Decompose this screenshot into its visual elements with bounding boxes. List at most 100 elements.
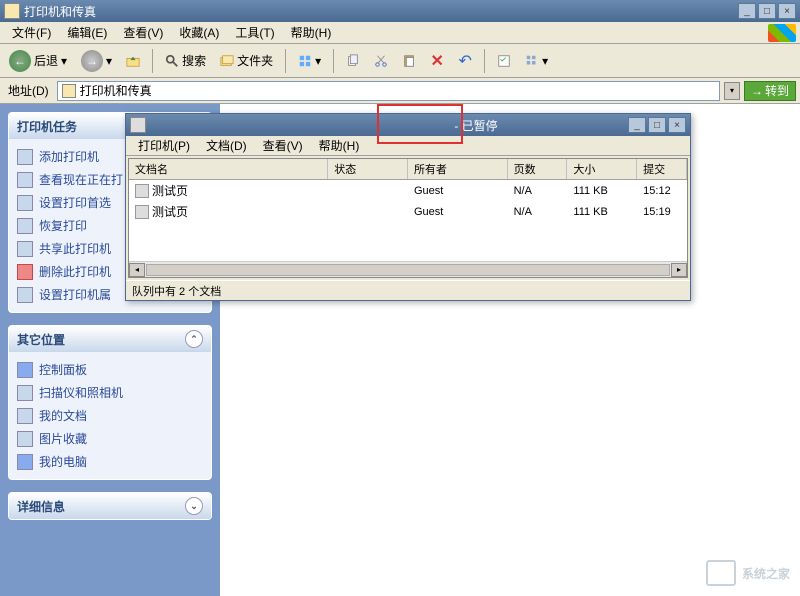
place-my-documents[interactable]: 我的文档 bbox=[17, 404, 203, 427]
computer-icon bbox=[17, 454, 33, 470]
watermark-logo-icon bbox=[706, 560, 736, 586]
queue-menubar: 打印机(P) 文档(D) 查看(V) 帮助(H) bbox=[126, 136, 690, 156]
go-arrow-icon: → bbox=[751, 84, 763, 98]
listview-header: 文档名 状态 所有者 页数 大小 提交 bbox=[129, 159, 687, 180]
folder-up-icon bbox=[126, 54, 140, 68]
queue-row[interactable]: 测试页 Guest N/A 111 KB 15:19 bbox=[129, 201, 687, 222]
undo-icon: ↶ bbox=[458, 51, 471, 71]
back-arrow-icon: ← bbox=[9, 50, 31, 72]
queue-menu-printer[interactable]: 打印机(P) bbox=[130, 135, 198, 156]
queue-menu-help[interactable]: 帮助(H) bbox=[311, 135, 368, 156]
properties-button[interactable] bbox=[492, 49, 516, 73]
back-button[interactable]: ← 后退 ▾ bbox=[4, 49, 72, 73]
details-header[interactable]: 详细信息 ⌄ bbox=[9, 493, 211, 519]
menu-edit[interactable]: 编辑(E) bbox=[59, 22, 115, 43]
back-label: 后退 bbox=[34, 52, 58, 69]
queue-menu-document[interactable]: 文档(D) bbox=[198, 135, 255, 156]
search-icon bbox=[165, 54, 179, 68]
document-icon bbox=[135, 205, 149, 219]
resume-icon bbox=[17, 218, 33, 234]
queue-minimize-button[interactable]: _ bbox=[628, 117, 646, 133]
app-icon bbox=[4, 3, 20, 19]
chevron-down-icon: ⌄ bbox=[185, 497, 203, 515]
delete-icon bbox=[17, 264, 33, 280]
maximize-button[interactable]: □ bbox=[758, 3, 776, 19]
queue-listview: 文档名 状态 所有者 页数 大小 提交 测试页 Guest N/A 111 KB… bbox=[128, 158, 688, 278]
main-menubar: 文件(F) 编辑(E) 查看(V) 收藏(A) 工具(T) 帮助(H) bbox=[0, 22, 800, 44]
address-input[interactable]: 打印机和传真 bbox=[57, 81, 720, 101]
printer-folder-icon bbox=[62, 84, 76, 98]
panel-title: 打印机任务 bbox=[17, 118, 77, 135]
clipboard-icon bbox=[402, 54, 416, 68]
col-owner[interactable]: 所有者 bbox=[408, 159, 508, 179]
scroll-left-button[interactable]: ◂ bbox=[129, 263, 145, 277]
queue-maximize-button[interactable]: □ bbox=[648, 117, 666, 133]
checklist-icon bbox=[497, 54, 511, 68]
dropdown-icon: ▾ bbox=[61, 54, 67, 68]
main-toolbar: ← 后退 ▾ → ▾ 搜索 文件夹 ▾ ✕ ↶ ▾ bbox=[0, 44, 800, 78]
col-size[interactable]: 大小 bbox=[567, 159, 637, 179]
menu-favorites[interactable]: 收藏(A) bbox=[171, 22, 227, 43]
col-pages[interactable]: 页数 bbox=[508, 159, 568, 179]
copy-icon bbox=[346, 54, 360, 68]
forward-button[interactable]: → ▾ bbox=[76, 49, 117, 73]
dropdown-icon: ▾ bbox=[106, 54, 112, 68]
scanner-icon bbox=[17, 385, 33, 401]
panel-title: 详细信息 bbox=[17, 498, 65, 515]
address-value: 打印机和传真 bbox=[80, 82, 152, 99]
other-places-header[interactable]: 其它位置 ⌃ bbox=[9, 326, 211, 352]
place-control-panel[interactable]: 控制面板 bbox=[17, 358, 203, 381]
views-icon bbox=[298, 54, 312, 68]
properties-icon bbox=[17, 287, 33, 303]
scroll-thumb[interactable] bbox=[146, 264, 670, 276]
menu-view[interactable]: 查看(V) bbox=[115, 22, 171, 43]
col-submitted[interactable]: 提交 bbox=[637, 159, 687, 179]
paste-button[interactable] bbox=[397, 49, 421, 73]
views-button[interactable]: ▾ bbox=[293, 49, 326, 73]
printer-queue-window: xxxxxxxxxxxxxxxxxxxxxxxxxxxxx- 已暂停 _ □ ×… bbox=[125, 113, 691, 301]
printer-icon bbox=[17, 149, 33, 165]
undo-button[interactable]: ↶ bbox=[453, 49, 477, 73]
scissors-icon bbox=[374, 54, 388, 68]
forward-arrow-icon: → bbox=[81, 50, 103, 72]
printer-icon bbox=[130, 117, 146, 133]
gear-icon bbox=[17, 195, 33, 211]
folders-button[interactable]: 文件夹 bbox=[215, 49, 278, 73]
horizontal-scrollbar[interactable]: ◂ ▸ bbox=[129, 261, 687, 277]
col-status[interactable]: 状态 bbox=[328, 159, 408, 179]
place-pictures[interactable]: 图片收藏 bbox=[17, 427, 203, 450]
col-docname[interactable]: 文档名 bbox=[129, 159, 328, 179]
go-button[interactable]: → 转到 bbox=[744, 81, 796, 101]
queue-menu-view[interactable]: 查看(V) bbox=[255, 135, 311, 156]
queue-statusbar: 队列中有 2 个文档 bbox=[126, 280, 690, 300]
address-bar: 地址(D) 打印机和传真 ▾ → 转到 bbox=[0, 78, 800, 104]
copy-to-button[interactable] bbox=[341, 49, 365, 73]
watermark-text: 系统之家 bbox=[742, 565, 790, 582]
windows-logo-icon bbox=[768, 24, 796, 42]
menu-file[interactable]: 文件(F) bbox=[4, 22, 59, 43]
options-button[interactable]: ▾ bbox=[520, 49, 553, 73]
watermark: 系统之家 bbox=[706, 560, 790, 586]
printer-icon bbox=[17, 172, 33, 188]
delete-x-icon: ✕ bbox=[430, 51, 443, 71]
menu-tools[interactable]: 工具(T) bbox=[227, 22, 282, 43]
search-button[interactable]: 搜索 bbox=[160, 49, 211, 73]
minimize-button[interactable]: _ bbox=[738, 3, 756, 19]
window-title: 打印机和传真 bbox=[24, 3, 738, 20]
place-my-computer[interactable]: 我的电脑 bbox=[17, 450, 203, 473]
address-dropdown[interactable]: ▾ bbox=[724, 82, 740, 100]
queue-titlebar[interactable]: xxxxxxxxxxxxxxxxxxxxxxxxxxxxx- 已暂停 _ □ × bbox=[126, 114, 690, 136]
menu-help[interactable]: 帮助(H) bbox=[283, 22, 340, 43]
delete-button[interactable]: ✕ bbox=[425, 49, 449, 73]
place-scanners[interactable]: 扫描仪和照相机 bbox=[17, 381, 203, 404]
go-label: 转到 bbox=[765, 82, 789, 99]
address-label: 地址(D) bbox=[4, 82, 53, 99]
up-button[interactable] bbox=[121, 49, 145, 73]
close-button[interactable]: × bbox=[778, 3, 796, 19]
scroll-right-button[interactable]: ▸ bbox=[671, 263, 687, 277]
folders-icon bbox=[220, 54, 234, 68]
cut-button[interactable] bbox=[369, 49, 393, 73]
queue-close-button[interactable]: × bbox=[668, 117, 686, 133]
grid-icon bbox=[525, 54, 539, 68]
queue-row[interactable]: 测试页 Guest N/A 111 KB 15:12 bbox=[129, 180, 687, 201]
